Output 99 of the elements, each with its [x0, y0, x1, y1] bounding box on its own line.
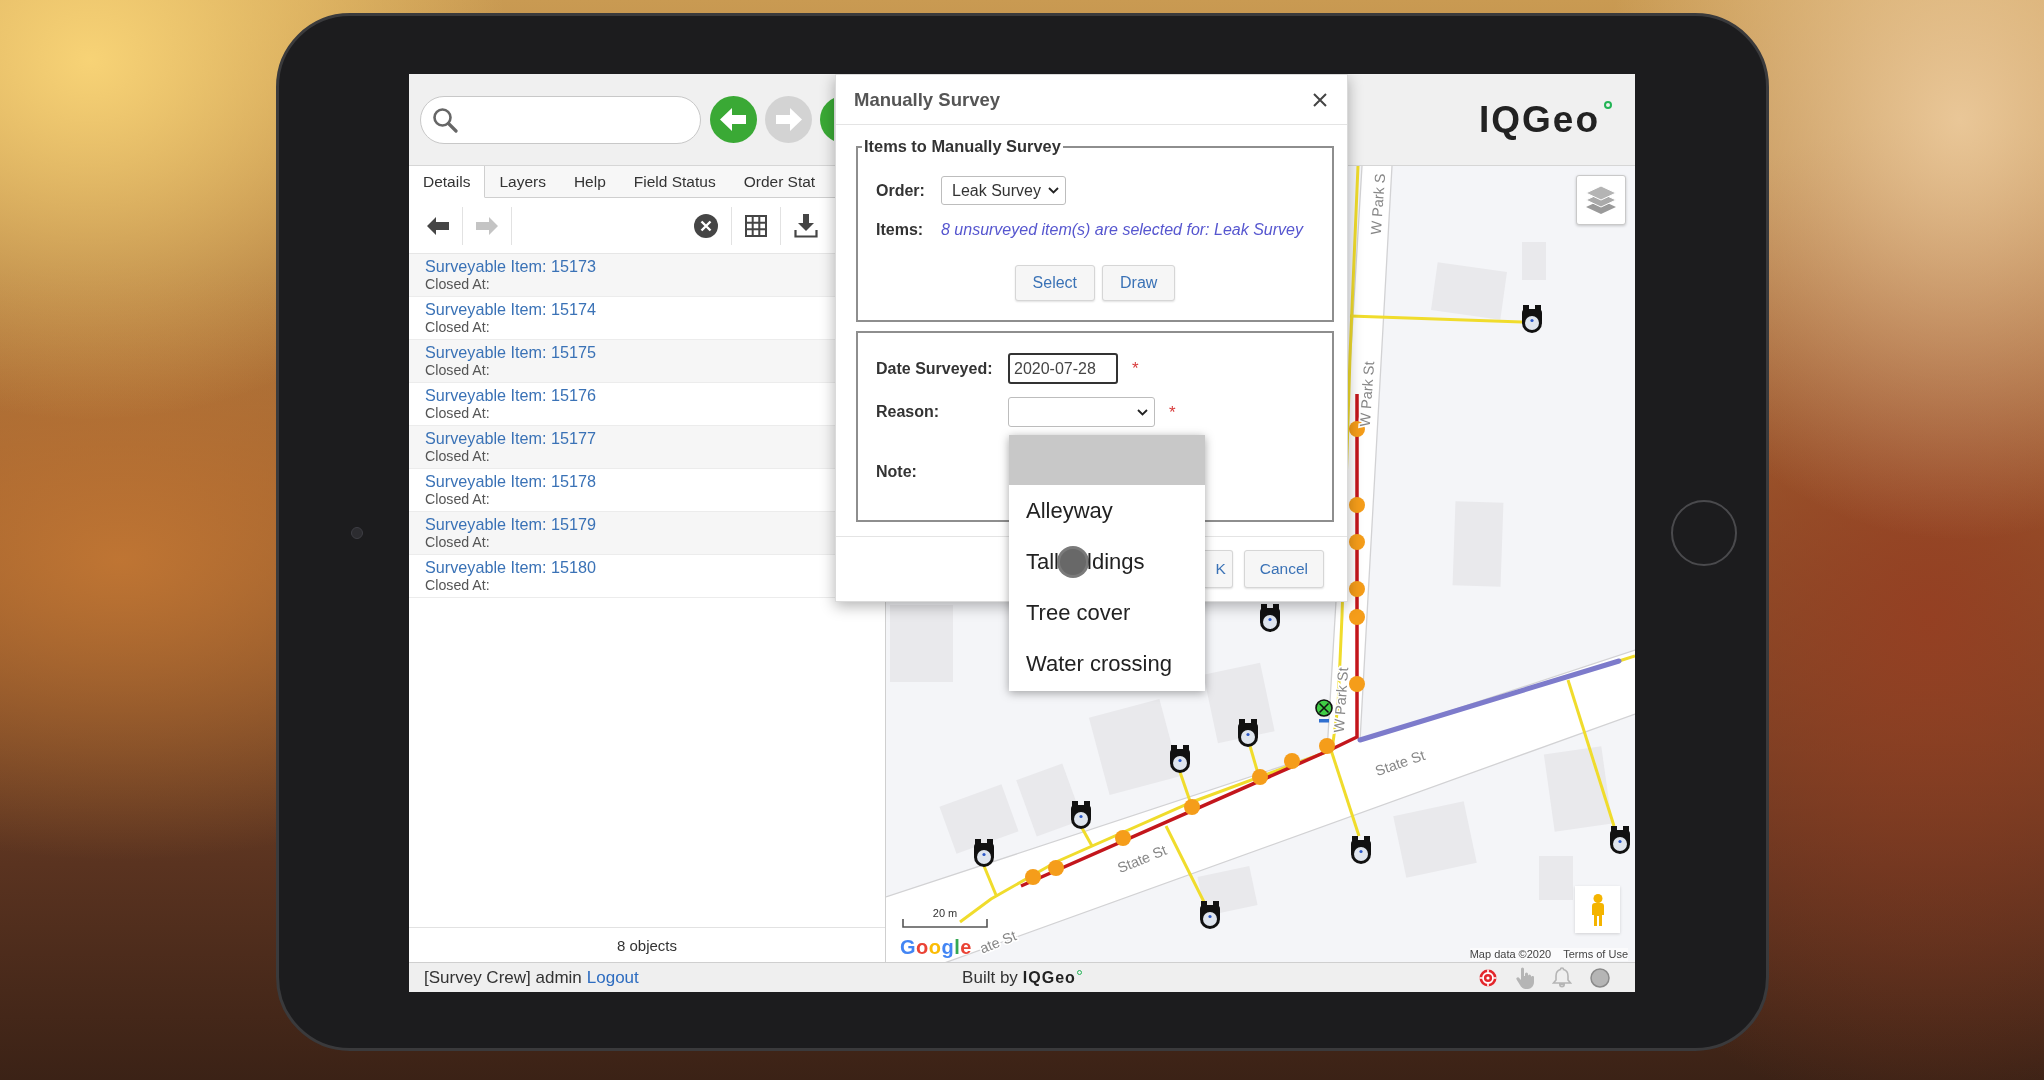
map-data-label: Map data ©2020 — [1469, 948, 1552, 961]
meter-marker-icon — [1238, 719, 1258, 747]
closed-at-label: Closed At: — [425, 491, 490, 508]
service-line — [1618, 654, 1635, 663]
item-link[interactable]: Surveyable Item: 15179 — [425, 515, 596, 534]
built-by-label: Built by — [962, 967, 1018, 988]
item-link[interactable]: Surveyable Item: 15174 — [425, 300, 596, 319]
result-row[interactable]: Surveyable Item: 15175 Closed At: — [409, 340, 835, 383]
scale-label: 20 m — [932, 907, 958, 919]
node-marker — [1252, 769, 1268, 785]
meter-marker-icon — [1351, 836, 1371, 864]
grid-icon[interactable] — [745, 214, 767, 237]
section-legend: Items to Manually Survey — [862, 137, 1063, 156]
dialog-button[interactable]: K — [1204, 550, 1233, 588]
item-link[interactable]: Surveyable Item: 15180 — [425, 558, 596, 577]
object-count: 8 objects — [616, 936, 677, 954]
download-icon[interactable] — [794, 213, 818, 238]
node-marker — [1048, 860, 1064, 876]
node-marker — [1349, 581, 1365, 597]
item-link[interactable]: Surveyable Item: 15178 — [425, 472, 596, 491]
meter-marker-icon — [1071, 801, 1091, 829]
node-marker — [1284, 753, 1300, 769]
search-icon — [432, 106, 458, 133]
valve-icon — [1315, 699, 1333, 723]
closed-at-label: Closed At: — [425, 319, 490, 336]
user-label: [Survey Crew] admin — [424, 967, 582, 988]
node-marker — [1115, 830, 1131, 846]
closed-at-label: Closed At: — [425, 405, 490, 422]
node-marker — [1349, 676, 1365, 692]
tab[interactable]: Layers — [485, 166, 560, 198]
closed-at-label: Closed At: — [425, 534, 490, 551]
tab[interactable]: Order Stat — [729, 166, 816, 198]
tab[interactable]: Field Status — [619, 166, 730, 198]
street-view-button[interactable] — [1575, 886, 1620, 933]
clear-icon[interactable] — [694, 213, 718, 238]
node-marker — [1025, 869, 1041, 885]
node-marker — [1349, 497, 1365, 513]
close-icon[interactable] — [1313, 92, 1327, 107]
chevron-down-icon — [1137, 408, 1148, 416]
street-label: State St — [1373, 747, 1427, 779]
terms-link[interactable]: Terms of Use — [1563, 948, 1628, 961]
items-summary: 8 unsurveyed item(s) are selected for: Leak Survey — [941, 221, 1303, 239]
dialog-button[interactable]: Cancel — [1243, 550, 1324, 588]
hand-icon[interactable] — [1516, 966, 1534, 989]
closed-at-label: Closed At: — [425, 276, 490, 293]
layers-icon — [1586, 186, 1616, 214]
date-field[interactable]: 2020-07-28 — [1008, 353, 1118, 384]
meter-marker-icon — [1170, 745, 1190, 773]
dialog-title: Manually Survey — [854, 88, 1000, 111]
bell-icon[interactable] — [1552, 967, 1572, 988]
street-label: W Park St — [1356, 360, 1378, 428]
street-label: State St — [1115, 841, 1169, 877]
meter-marker-icon — [1610, 826, 1630, 854]
node-marker — [1349, 534, 1365, 550]
result-row[interactable]: Surveyable Item: 15173 Closed At: — [409, 254, 835, 297]
meter-marker-icon — [1200, 901, 1220, 929]
closed-at-label: Closed At: — [425, 448, 490, 465]
meter-marker-icon — [1260, 604, 1280, 632]
dropdown-option[interactable]: Tall ldings — [1009, 536, 1205, 587]
node-marker — [1319, 738, 1335, 754]
dialog-button[interactable]: Select — [1014, 265, 1096, 301]
result-row[interactable]: Surveyable Item: 15179 Closed At: — [409, 512, 835, 555]
node-marker — [1349, 609, 1365, 625]
dropdown-option[interactable]: Water crossing — [1009, 638, 1205, 689]
tab[interactable]: Details — [409, 166, 486, 198]
item-link[interactable]: Surveyable Item: 15176 — [425, 386, 596, 405]
reason-select[interactable] — [1008, 397, 1155, 427]
person-icon — [1589, 893, 1606, 926]
brand-logo: IQGeo — [1478, 101, 1612, 138]
dialog-button[interactable]: Draw — [1102, 265, 1176, 301]
result-row[interactable]: Surveyable Item: 15177 Closed At: — [409, 426, 835, 469]
street-label: W Park St — [1330, 666, 1352, 734]
layers-button[interactable] — [1576, 175, 1626, 225]
street-label: ate St — [977, 927, 1019, 957]
search-field[interactable] — [420, 95, 701, 144]
item-link[interactable]: Surveyable Item: 15173 — [425, 257, 596, 276]
camera-icon — [351, 527, 363, 539]
tab[interactable]: Help — [559, 166, 620, 198]
closed-at-label: Closed At: — [425, 577, 490, 594]
circle-icon[interactable] — [1590, 967, 1610, 988]
street-label: W Park S — [1367, 172, 1389, 236]
brand-logo: IQGeo — [1022, 968, 1082, 987]
arrow-left-icon[interactable] — [427, 216, 449, 235]
target-icon[interactable] — [1478, 967, 1498, 988]
logout-link[interactable]: Logout — [586, 967, 639, 988]
required-mark: * — [1169, 403, 1176, 421]
dropdown-option[interactable]: Tree cover — [1009, 587, 1205, 638]
dropdown-option[interactable]: Alleyway — [1009, 485, 1205, 536]
item-link[interactable]: Surveyable Item: 15175 — [425, 343, 596, 362]
order-select[interactable]: Leak Survey — [941, 176, 1066, 205]
node-marker — [1184, 799, 1200, 815]
item-link[interactable]: Surveyable Item: 15177 — [425, 429, 596, 448]
meter-marker-icon — [1522, 305, 1542, 333]
required-mark: * — [1132, 360, 1139, 377]
chevron-down-icon — [1048, 187, 1059, 194]
meter-marker-icon — [974, 839, 994, 867]
google-logo: Google — [900, 937, 972, 957]
home-button[interactable] — [1671, 500, 1737, 566]
closed-at-label: Closed At: — [425, 362, 490, 379]
